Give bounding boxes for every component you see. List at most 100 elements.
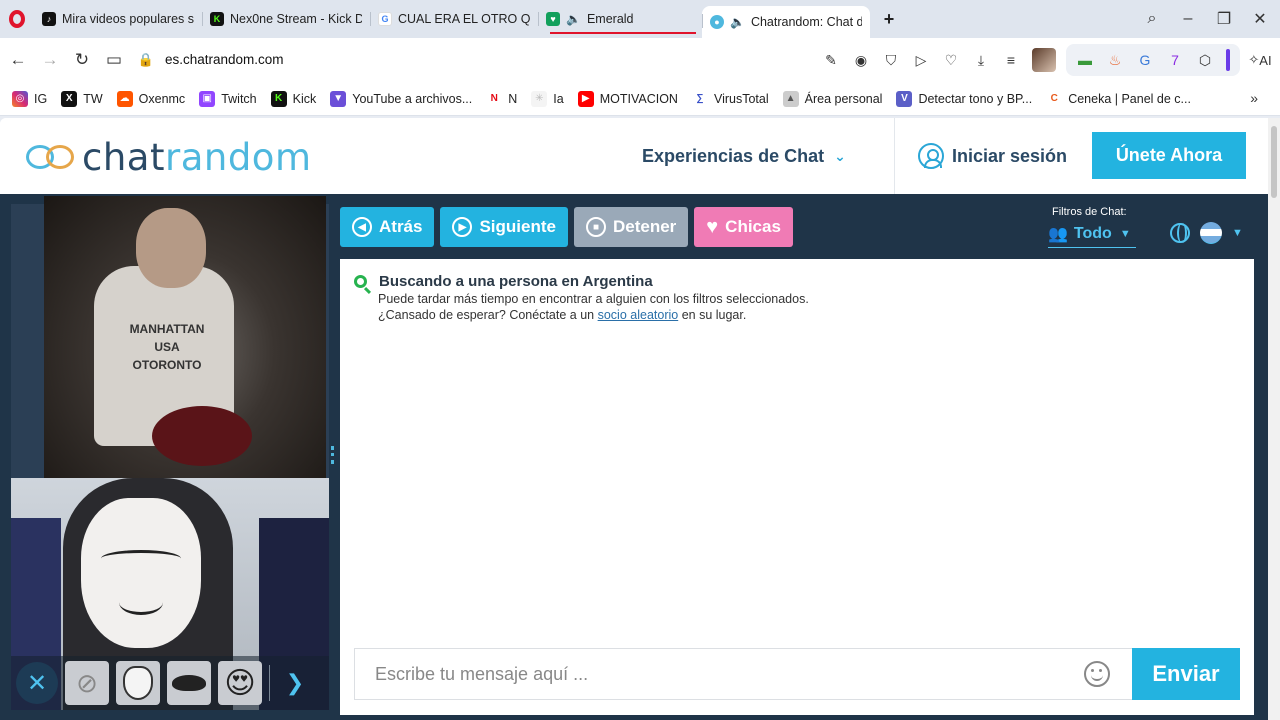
bookmark-tw[interactable]: X TW [61,90,103,107]
camera-icon[interactable]: ▭ [98,44,130,76]
browser-tab[interactable]: ♥ 🔈 Emerald [538,4,702,34]
play-circle-icon: ▶ [452,217,473,237]
emoji-icon[interactable] [1084,661,1110,687]
shirt-print: MANHATTAN USA OTORONTO [129,322,205,372]
search-tabs-icon[interactable]: ⌕ [1134,0,1170,38]
browser-tab[interactable]: G CUAL ERA EL OTRO QUE L [370,4,538,34]
speaker-icon[interactable]: 🔈 [566,12,581,26]
remote-video: MANHATTAN USA OTORONTO [44,196,326,478]
profile-avatar[interactable] [1032,48,1056,72]
bookmark-ig[interactable]: ◎ IG [12,90,47,107]
address-bar: ← → ↻ ▭ 🔒 es.chatrandom.com ✎ ◉ ⛉ ▷ ♡ ⤓ … [0,38,1280,82]
anonymous-mask-button[interactable] [116,661,160,705]
resize-handle[interactable] [331,446,334,464]
status-line: Puede tardar más tiempo en encontrar a a… [378,292,809,306]
video-column: MANHATTAN USA OTORONTO [11,196,329,710]
bookmark-motivacion[interactable]: ▶ MOTIVACION [577,90,678,107]
minimize-icon[interactable]: – [1170,0,1206,38]
eye-mask-button[interactable] [167,661,211,705]
next-button[interactable]: ▶ Siguiente [440,207,568,247]
more-bookmarks-icon[interactable]: » [1250,90,1258,106]
lock-icon[interactable]: 🔒 [130,44,162,76]
extension-icon[interactable]: 7 [1160,45,1190,75]
bookmark-ceneka[interactable]: C Ceneka | Panel de c... [1046,90,1191,107]
bookmark-detectar-tono[interactable]: V Detectar tono y BP... [896,90,1032,107]
experiences-menu[interactable]: Experiencias de Chat ⌄ [642,146,846,167]
bookmark-virustotal[interactable]: ∑ VirusTotal [691,90,769,107]
back-arrow-icon[interactable]: ← [2,44,34,76]
web-page: chatrandom Experiencias de Chat ⌄ Inicia… [0,118,1268,720]
snapshot-icon[interactable]: ◉ [846,45,876,75]
message-composer: Enviar [354,648,1240,700]
bookmarks-bar: ◎ IG X TW ☁ Oxenmc ▣ Twitch K Kick ▼ YouTube a… [0,82,1280,116]
browser-tab[interactable]: K Nex0ne Stream - Kick Das [202,4,370,34]
speaker-icon[interactable]: 🔈 [730,15,745,29]
chevron-right-icon[interactable]: ❯ [282,661,308,705]
girls-filter-button[interactable]: ♥ Chicas [694,207,793,247]
close-masks-icon[interactable]: ✕ [16,662,58,704]
chatrandom-logo[interactable]: chatrandom [26,136,312,179]
scrollbar-thumb[interactable] [1271,126,1277,198]
menu-icon[interactable]: ≡ [996,45,1026,75]
forward-arrow-icon[interactable]: → [34,44,66,76]
new-tab-button[interactable]: + [876,6,902,32]
bookmark-twitch[interactable]: ▣ Twitch [199,90,257,107]
stop-button[interactable]: ■ Detener [573,207,689,247]
argentina-flag-icon [1200,222,1222,244]
extension-icon[interactable]: ♨ [1100,45,1130,75]
restore-icon[interactable]: ❐ [1206,0,1242,38]
url-field[interactable]: es.chatrandom.com [165,52,284,67]
google-icon: G [378,12,392,26]
bookmark-kick[interactable]: K Kick [270,90,316,107]
status-line: ¿Cansado de esperar? Conéctate a un soci… [378,308,747,322]
ai-button[interactable]: ✧ AI [1240,45,1280,75]
join-button[interactable]: Únete Ahora [1092,132,1246,179]
extension-icon[interactable]: ▬ [1070,45,1100,75]
mask-selector-bar: ✕ ⊘ 😍 ❯ [11,656,329,710]
header-divider [894,118,895,194]
heart-eyes-emoji-button[interactable]: 😍 [218,661,262,705]
extensions-icon[interactable]: ⬡ [1190,45,1220,75]
no-mask-icon[interactable]: ⊘ [65,661,109,705]
logo-wordmark: chatrandom [82,136,312,179]
people-icon: 👥 [1048,226,1068,243]
heart-icon[interactable]: ♡ [936,45,966,75]
emerald-icon: ♥ [546,12,560,26]
bookmark-youtube-archivos[interactable]: ▼ YouTube a archivos... [330,90,472,107]
country-filter-select[interactable]: ▼ [1170,222,1243,244]
bookmark-ia[interactable]: ✳ Ia [531,90,564,107]
bookmark-oxenmc[interactable]: ☁ Oxenmc [116,90,185,107]
page-scrollbar[interactable] [1268,118,1280,720]
bookmark-area-personal[interactable]: ▲ Área personal [782,90,882,107]
download-icon[interactable]: ⤓ [966,45,996,75]
chat-area: MANHATTAN USA OTORONTO ✕ ⊘ 😍 ❯ ◀ Atrás ▶… [0,194,1268,720]
shield-icon[interactable]: ⛉ [876,45,906,75]
login-link[interactable]: Iniciar sesión [918,143,1067,169]
send-button[interactable]: Enviar [1132,648,1240,700]
edit-icon[interactable]: ✎ [816,45,846,75]
gender-filter-select[interactable]: 👥 Todo ▼ [1048,224,1136,248]
back-button[interactable]: ◀ Atrás [340,207,435,247]
twitch-icon: ▣ [199,90,216,107]
filters-label: Filtros de Chat: [1052,206,1127,218]
status-title: Buscando a una persona en Argentina [379,273,653,290]
random-partner-link[interactable]: socio aleatorio [598,308,679,322]
chat-controls: ◀ Atrás ▶ Siguiente ■ Detener ♥ Chicas [340,207,799,247]
message-input[interactable] [354,648,1132,700]
bookmark-n[interactable]: NN [486,90,517,107]
chevron-down-icon: ▼ [1119,228,1131,240]
opera-menu-icon[interactable] [0,0,34,38]
play-icon[interactable]: ▷ [906,45,936,75]
message-panel: Buscando a una persona en Argentina Pued… [340,259,1254,715]
reload-icon[interactable]: ↻ [66,44,98,76]
close-window-icon[interactable]: ✕ [1242,0,1278,38]
browser-tab-active[interactable]: ● 🔈 Chatrandom: Chat de [702,6,870,38]
divider [269,665,270,701]
translate-icon[interactable]: G [1130,45,1160,75]
globe-icon [1170,223,1190,243]
ceneka-icon: C [1046,90,1063,107]
browser-tab[interactable]: ♪ Mira videos populares sele [34,4,202,34]
kick-icon: K [210,12,224,26]
extensions-group: ▬ ♨ G 7 ⬡ [1066,44,1240,76]
back-circle-icon: ◀ [352,217,372,237]
